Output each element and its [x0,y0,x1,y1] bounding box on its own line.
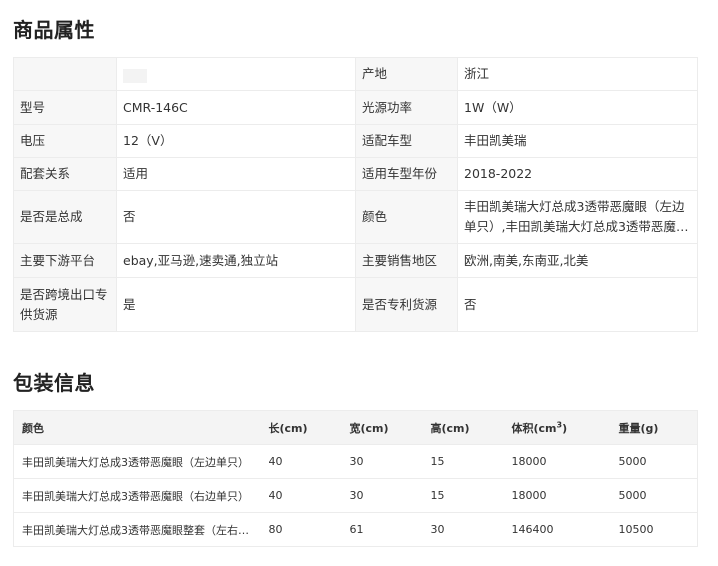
attr-row-assembly: 是否是总成 否 颜色 丰田凯美瑞大灯总成3透带恶魔眼（左边单只）,丰田凯美瑞大灯… [13,190,698,244]
attr-key-vehicle: 适配车型 [355,124,458,158]
col-header-volume-close: ) [562,421,568,435]
cell-volume: 146400 [503,512,611,547]
attr-key-export: 是否跨境出口专供货源 [13,277,117,332]
table-row: 丰田凯美瑞大灯总成3透带恶魔眼整套（左右一对） 80 61 30 146400 … [13,512,698,547]
attr-value-model: CMR-146C [116,90,356,125]
col-header-volume-text: 体积(cm [511,421,557,435]
blank-placeholder [123,69,147,83]
cell-height: 15 [422,444,504,479]
attr-value-color: 丰田凯美瑞大灯总成3透带恶魔眼（左边单只）,丰田凯美瑞大灯总成3透带恶魔眼（右边… [457,190,698,244]
attr-key-assembly: 是否是总成 [13,190,117,244]
attr-key-blank [13,57,117,91]
attr-value-patent: 否 [457,277,698,332]
attr-key-voltage: 电压 [13,124,117,158]
attr-key-patent: 是否专利货源 [355,277,458,332]
cell-weight: 5000 [610,478,698,513]
product-attributes-table: 产地 浙江 型号 CMR-146C 光源功率 1W（W） 电压 12（V） 适配… [13,57,698,332]
cell-width: 30 [341,478,423,513]
attr-row-model: 型号 CMR-146C 光源功率 1W（W） [13,90,698,125]
attr-value-blank [116,57,356,91]
attr-value-year: 2018-2022 [457,157,698,191]
attr-key-origin: 产地 [355,57,458,91]
cell-length: 40 [260,444,342,479]
col-header-weight: 重量(g) [610,410,698,445]
cell-volume: 18000 [503,478,611,513]
attr-value-export: 是 [116,277,356,332]
col-header-width: 宽(cm) [341,410,423,445]
attr-row-platform: 主要下游平台 ebay,亚马逊,速卖通,独立站 主要销售地区 欧洲,南美,东南亚… [13,243,698,278]
table-row: 丰田凯美瑞大灯总成3透带恶魔眼（左边单只） 40 30 15 18000 500… [13,444,698,479]
packaging-info-title: 包装信息 [13,371,95,395]
attr-row-voltage: 电压 12（V） 适配车型 丰田凯美瑞 [13,124,698,158]
attr-key-platform: 主要下游平台 [13,243,117,278]
attr-value-region: 欧洲,南美,东南亚,北美 [457,243,698,278]
attr-value-platform: ebay,亚马逊,速卖通,独立站 [116,243,356,278]
attr-key-fitment: 配套关系 [13,157,117,191]
cell-color: 丰田凯美瑞大灯总成3透带恶魔眼（右边单只） [13,478,261,513]
attr-key-power: 光源功率 [355,90,458,125]
attr-value-fitment: 适用 [116,157,356,191]
attr-value-assembly: 否 [116,190,356,244]
cell-weight: 5000 [610,444,698,479]
attr-value-color-text: 丰田凯美瑞大灯总成3透带恶魔眼（左边单只）,丰田凯美瑞大灯总成3透带恶魔眼（右边… [464,199,689,234]
cell-width: 30 [341,444,423,479]
cell-length: 40 [260,478,342,513]
cell-height: 15 [422,478,504,513]
cell-volume: 18000 [503,444,611,479]
attr-key-model: 型号 [13,90,117,125]
attr-row-origin: 产地 浙江 [13,57,698,91]
cell-weight: 10500 [610,512,698,547]
attr-value-power: 1W（W） [457,90,698,125]
packaging-info-table: 颜色 长(cm) 宽(cm) 高(cm) 体积(cm3) 重量(g) 丰田凯美瑞… [13,410,698,547]
cell-color: 丰田凯美瑞大灯总成3透带恶魔眼整套（左右一对） [13,512,261,547]
col-header-height: 高(cm) [422,410,504,445]
attr-value-origin: 浙江 [457,57,698,91]
attr-value-vehicle: 丰田凯美瑞 [457,124,698,158]
packaging-header-row: 颜色 长(cm) 宽(cm) 高(cm) 体积(cm3) 重量(g) [13,410,698,445]
attr-key-export-text: 是否跨境出口专供货源 [20,286,108,322]
attr-key-color: 颜色 [355,190,458,244]
cell-width: 61 [341,512,423,547]
cell-length: 80 [260,512,342,547]
attr-key-year: 适用车型年份 [355,157,458,191]
table-row: 丰田凯美瑞大灯总成3透带恶魔眼（右边单只） 40 30 15 18000 500… [13,478,698,513]
attr-value-voltage: 12（V） [116,124,356,158]
attr-key-region: 主要销售地区 [355,243,458,278]
product-attributes-title: 商品属性 [13,18,95,42]
cell-height: 30 [422,512,504,547]
attr-row-export: 是否跨境出口专供货源 是 是否专利货源 否 [13,277,698,332]
col-header-length: 长(cm) [260,410,342,445]
col-header-volume: 体积(cm3) [503,410,611,445]
cell-color: 丰田凯美瑞大灯总成3透带恶魔眼（左边单只） [13,444,261,479]
attr-row-fitment: 配套关系 适用 适用车型年份 2018-2022 [13,157,698,191]
col-header-color: 颜色 [13,410,261,445]
